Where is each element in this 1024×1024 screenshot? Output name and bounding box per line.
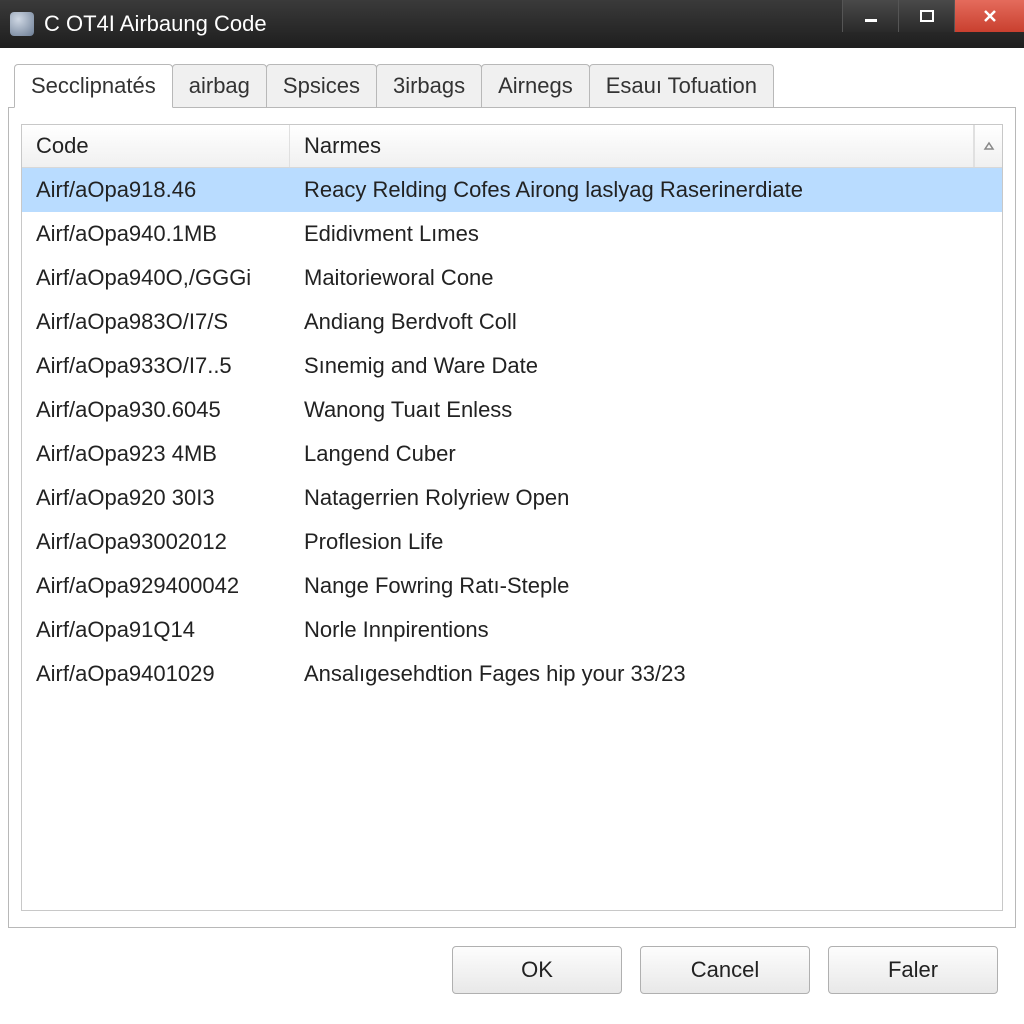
table-row[interactable]: Airf/aOpa929400042Nange Fowring Ratı-Ste… [22,564,1002,608]
cell-code: Airf/aOpa923 4MB [22,432,290,476]
table-row[interactable]: Airf/aOpa940O,/GGGiMaitorieworal Cone [22,256,1002,300]
tab-1[interactable]: airbag [172,64,267,107]
cell-code: Airf/aOpa983O/I7/S [22,300,290,344]
table-row[interactable]: Airf/aOpa9401029Ansalıgesehdtion Fages h… [22,652,1002,696]
table-row[interactable]: Airf/aOpa940.1MBEdidivment Lımes [22,212,1002,256]
sort-indicator[interactable] [974,125,1002,167]
table-row[interactable]: Airf/aOpa983O/I7/SAndiang Berdvoft Coll [22,300,1002,344]
faler-button[interactable]: Faler [828,946,998,994]
cell-name: Natagerrien Rolyriew Open [290,476,1002,520]
close-button[interactable] [954,0,1024,32]
table-row[interactable]: Airf/aOpa920 30I3Natagerrien Rolyriew Op… [22,476,1002,520]
table-row[interactable]: Airf/aOpa923 4MBLangend Cuber [22,432,1002,476]
cell-code: Airf/aOpa920 30I3 [22,476,290,520]
close-icon [981,7,999,25]
cell-name: Andiang Berdvoft Coll [290,300,1002,344]
list-header: Code Narmes [22,125,1002,168]
cell-code: Airf/aOpa9401029 [22,652,290,696]
tab-5[interactable]: Esauı Tofuation [589,64,774,107]
cell-name: Ansalıgesehdtion Fages hip your 33/23 [290,652,1002,696]
cell-code: Airf/aOpa91Q14 [22,608,290,652]
tab-0[interactable]: Secclipnatés [14,64,173,108]
tab-3[interactable]: 3irbags [376,64,482,107]
cell-name: Wanong Tuaıt Enless [290,388,1002,432]
dialog-body: SecclipnatésairbagSpsices3irbagsAirnegsE… [0,48,1024,1012]
table-row[interactable]: Airf/aOpa91Q14Norle Innpirentions [22,608,1002,652]
list-body[interactable]: Airf/aOpa918.46Reacy Relding Cofes Airon… [22,168,1002,910]
cell-name: Reacy Relding Cofes Airong laslyag Raser… [290,168,1002,212]
cancel-button[interactable]: Cancel [640,946,810,994]
dialog-footer: OK Cancel Faler [8,938,1016,1012]
cell-code: Airf/aOpa940O,/GGGi [22,256,290,300]
cell-name: Proflesion Life [290,520,1002,564]
cell-code: Airf/aOpa918.46 [22,168,290,212]
cell-name: Edidivment Lımes [290,212,1002,256]
cell-code: Airf/aOpa93002012 [22,520,290,564]
cell-code: Airf/aOpa929400042 [22,564,290,608]
column-header-names[interactable]: Narmes [290,125,974,167]
tab-2[interactable]: Spsices [266,64,377,107]
table-row[interactable]: Airf/aOpa933O/I7..5Sınemig and Ware Date [22,344,1002,388]
tab-panel: Code Narmes Airf/aOpa918.46Reacy Relding… [8,107,1016,928]
window-title: C OT4I Airbaung Code [44,11,842,37]
table-row[interactable]: Airf/aOpa930.6045Wanong Tuaıt Enless [22,388,1002,432]
cell-code: Airf/aOpa933O/I7..5 [22,344,290,388]
code-list: Code Narmes Airf/aOpa918.46Reacy Relding… [21,124,1003,911]
tab-strip: SecclipnatésairbagSpsices3irbagsAirnegsE… [14,64,1016,107]
window-controls [842,0,1024,48]
table-row[interactable]: Airf/aOpa93002012Proflesion Life [22,520,1002,564]
table-row[interactable]: Airf/aOpa918.46Reacy Relding Cofes Airon… [22,168,1002,212]
column-header-code[interactable]: Code [22,125,290,167]
cell-name: Langend Cuber [290,432,1002,476]
titlebar[interactable]: C OT4I Airbaung Code [0,0,1024,48]
cell-name: Sınemig and Ware Date [290,344,1002,388]
maximize-icon [919,8,935,24]
minimize-icon [863,8,879,24]
maximize-button[interactable] [898,0,954,32]
dialog-window: C OT4I Airbaung Code SecclipnatésairbagS… [0,0,1024,1012]
app-icon [10,12,34,36]
tab-4[interactable]: Airnegs [481,64,590,107]
cell-code: Airf/aOpa930.6045 [22,388,290,432]
minimize-button[interactable] [842,0,898,32]
sort-up-icon [983,140,995,152]
cell-code: Airf/aOpa940.1MB [22,212,290,256]
ok-button[interactable]: OK [452,946,622,994]
cell-name: Norle Innpirentions [290,608,1002,652]
cell-name: Nange Fowring Ratı-Steple [290,564,1002,608]
cell-name: Maitorieworal Cone [290,256,1002,300]
